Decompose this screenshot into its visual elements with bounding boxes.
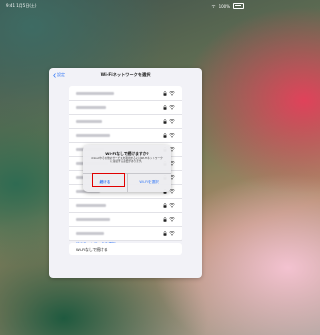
highlight-annotation: [92, 173, 125, 187]
wifi-icon: [169, 132, 175, 138]
network-row[interactable]: [69, 212, 182, 227]
lock-icon: [163, 202, 167, 208]
wifi-icon: [169, 230, 175, 236]
network-row[interactable]: [69, 226, 182, 241]
status-bar: 9:41 1月5日(土) 100%: [0, 0, 250, 12]
alert-choose-wifi-button[interactable]: Wi-Fiを選択: [127, 173, 171, 192]
lock-icon: [163, 216, 167, 222]
wifi-icon: [169, 216, 175, 222]
continue-without-wifi-label: Wi-Fiなしで続ける: [76, 247, 108, 252]
page-title: Wi-Fiネットワークを選択: [100, 72, 151, 77]
network-name-redacted: [76, 91, 114, 95]
network-row[interactable]: [69, 198, 182, 213]
wifi-icon: [169, 202, 175, 208]
status-indicators: 100%: [211, 3, 244, 9]
network-row[interactable]: [69, 128, 182, 143]
wifi-icon: [169, 104, 175, 110]
network-name-redacted: [76, 217, 110, 221]
battery-icon: [233, 3, 244, 9]
network-name-redacted: [76, 203, 106, 207]
network-name-redacted: [76, 231, 104, 235]
lock-icon: [163, 132, 167, 138]
alert-message: iCloudやその他のサービスを利用するにはWi-Fiネットワークに接続する必要…: [91, 157, 163, 164]
wifi-icon: [169, 118, 175, 124]
network-name-redacted: [76, 105, 106, 109]
lock-icon: [163, 230, 167, 236]
lock-icon: [163, 90, 167, 96]
wifi-icon: [169, 90, 175, 96]
wifi-status-icon: [211, 4, 215, 8]
nav-bar: 設定 Wi-Fiネットワークを選択: [49, 68, 202, 82]
lock-icon: [163, 118, 167, 124]
continue-without-wifi-row[interactable]: Wi-Fiなしで続ける: [69, 243, 182, 255]
network-row[interactable]: [69, 114, 182, 129]
status-time: 9:41 1月5日(土): [6, 3, 37, 8]
network-row[interactable]: [69, 100, 182, 115]
network-name-redacted: [76, 119, 102, 123]
lock-icon: [163, 104, 167, 110]
network-row[interactable]: [69, 86, 182, 101]
battery-percent: 100%: [218, 3, 230, 9]
network-name-redacted: [76, 133, 110, 137]
